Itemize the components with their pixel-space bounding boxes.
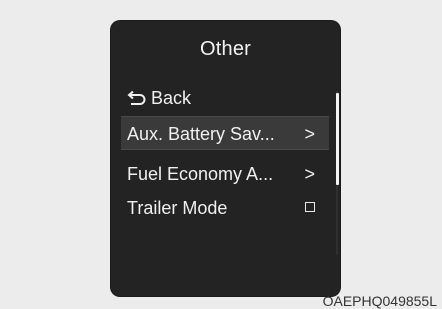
back-label: Back: [151, 88, 192, 108]
screen-title: Other: [199, 38, 252, 60]
back-arrow-icon: [127, 91, 146, 105]
chevron-right-icon: >: [304, 124, 315, 144]
menu-item-label: Fuel Economy A...: [127, 164, 274, 184]
image-code: OAEPHQ049855L: [322, 293, 437, 309]
trailer-mode-checkbox[interactable]: [305, 202, 315, 212]
scrollbar-thumb[interactable]: [336, 93, 339, 185]
menu-item-label: Aux. Battery Sav...: [127, 124, 275, 144]
chevron-right-icon: >: [304, 164, 315, 184]
display-screen: Other Back Aux. Battery Sav... > Fuel Ec…: [111, 21, 340, 296]
menu-item-trailer-mode[interactable]: Trailer Mode: [121, 191, 329, 225]
menu-item-fuel-economy[interactable]: Fuel Economy A... >: [121, 157, 329, 191]
menu-item-aux-battery-saver[interactable]: Aux. Battery Sav... >: [121, 116, 329, 150]
menu-item-label: Trailer Mode: [127, 198, 228, 218]
back-button[interactable]: Back: [121, 81, 329, 115]
